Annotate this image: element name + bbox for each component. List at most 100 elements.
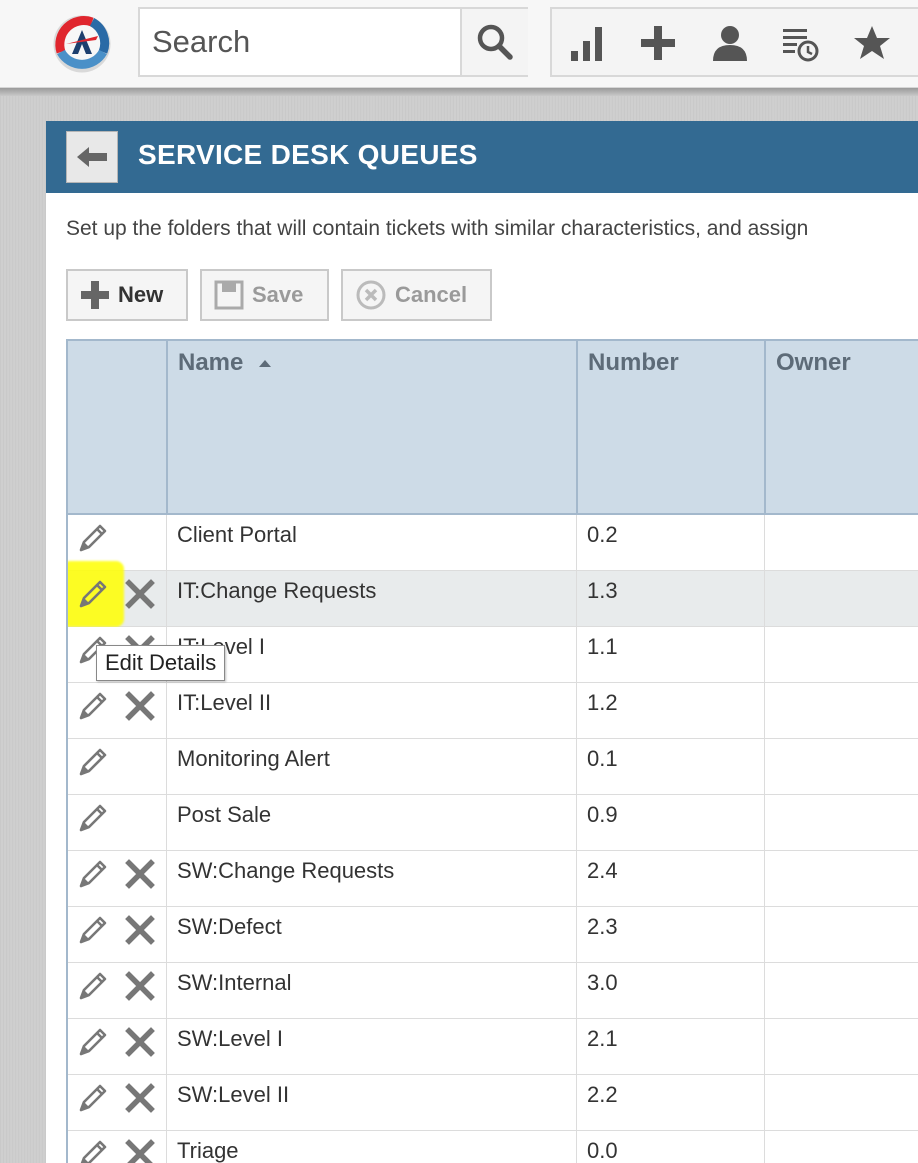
queue-owner-cell <box>764 515 918 570</box>
top-navigation-bar <box>0 0 918 88</box>
search-icon <box>477 24 513 60</box>
delete-x-icon[interactable] <box>123 913 157 947</box>
plus-icon[interactable] <box>636 21 680 65</box>
pencil-icon[interactable] <box>76 1025 110 1059</box>
delete-x-icon[interactable] <box>123 1137 157 1163</box>
delete-x-icon[interactable] <box>123 689 157 723</box>
search-input[interactable] <box>140 9 458 75</box>
star-icon[interactable] <box>850 21 894 65</box>
edit-details-tooltip: Edit Details <box>96 645 226 681</box>
table-row[interactable]: Post Sale 0.9 <box>68 795 918 851</box>
search-button[interactable] <box>460 9 528 75</box>
row-actions <box>68 1019 166 1074</box>
queues-table: Name Number Owner Client Portal 0.2 IT:Cha… <box>66 339 918 1163</box>
queue-number-cell: 2.1 <box>576 1019 764 1074</box>
queue-owner-cell <box>764 907 918 962</box>
queue-number-cell: 1.3 <box>576 571 764 626</box>
pencil-icon[interactable] <box>76 1081 110 1115</box>
pencil-icon[interactable] <box>76 577 110 611</box>
queue-name-cell: SW:Internal <box>166 963 576 1018</box>
table-row[interactable]: IT:Level II 1.2 <box>68 683 918 739</box>
queue-name-cell: SW:Level II <box>166 1075 576 1130</box>
number-column-header[interactable]: Number <box>576 341 764 515</box>
queue-name-cell: Triage <box>166 1131 576 1163</box>
page-description: Set up the folders that will contain tic… <box>66 217 809 240</box>
pencil-icon[interactable] <box>76 521 110 555</box>
table-row[interactable]: SW:Level I 2.1 <box>68 1019 918 1075</box>
panel-header: SERVICE DESK QUEUES <box>46 121 918 193</box>
queue-number-cell: 0.2 <box>576 515 764 570</box>
queue-owner-cell <box>764 1019 918 1074</box>
delete-x-icon[interactable] <box>123 969 157 1003</box>
delete-x-icon[interactable] <box>123 1081 157 1115</box>
row-actions <box>68 907 166 962</box>
queue-number-cell: 2.2 <box>576 1075 764 1130</box>
queue-owner-cell <box>764 851 918 906</box>
queue-name-cell: IT:Level II <box>166 683 576 738</box>
search-box <box>138 7 528 77</box>
pencil-icon[interactable] <box>76 689 110 723</box>
queue-owner-cell <box>764 795 918 850</box>
queue-number-cell: 0.1 <box>576 739 764 794</box>
queue-owner-cell <box>764 739 918 794</box>
queue-name-cell: SW:Change Requests <box>166 851 576 906</box>
delete-x-icon[interactable] <box>123 857 157 891</box>
pencil-icon[interactable] <box>76 1137 110 1163</box>
name-column-header[interactable]: Name <box>166 341 576 515</box>
row-actions <box>68 739 166 794</box>
toolbar <box>550 7 918 77</box>
queue-name-cell: Post Sale <box>166 795 576 850</box>
app-logo-icon[interactable] <box>52 14 112 74</box>
actions-column-header <box>68 341 166 515</box>
service-desk-queues-panel: SERVICE DESK QUEUES Set up the folders t… <box>46 121 918 1163</box>
table-row[interactable]: SW:Defect 2.3 <box>68 907 918 963</box>
new-button[interactable]: New <box>66 269 188 321</box>
row-actions <box>68 1075 166 1130</box>
queue-owner-cell <box>764 683 918 738</box>
cancel-button-label: Cancel <box>395 282 468 307</box>
cancel-button[interactable]: Cancel <box>341 269 492 321</box>
pencil-icon[interactable] <box>76 913 110 947</box>
save-button[interactable]: Save <box>200 269 329 321</box>
row-actions <box>68 851 166 906</box>
table-row[interactable]: Monitoring Alert 0.1 <box>68 739 918 795</box>
save-button-label: Save <box>252 282 304 307</box>
table-row[interactable]: Client Portal 0.2 <box>68 515 918 571</box>
queue-number-cell: 3.0 <box>576 963 764 1018</box>
pencil-icon[interactable] <box>76 857 110 891</box>
queue-name-cell: Monitoring Alert <box>166 739 576 794</box>
back-button[interactable] <box>66 131 118 183</box>
name-column-label: Name <box>178 349 244 376</box>
queue-number-cell: 1.2 <box>576 683 764 738</box>
queue-number-cell: 2.4 <box>576 851 764 906</box>
number-column-label: Number <box>588 349 679 376</box>
plus-icon <box>81 281 109 309</box>
row-actions <box>68 795 166 850</box>
list-clock-icon[interactable] <box>778 21 822 65</box>
pencil-icon[interactable] <box>76 969 110 1003</box>
table-row[interactable]: SW:Internal 3.0 <box>68 963 918 1019</box>
page-title: SERVICE DESK QUEUES <box>138 139 478 170</box>
delete-x-icon[interactable] <box>123 1025 157 1059</box>
table-row[interactable]: SW:Level II 2.2 <box>68 1075 918 1131</box>
row-actions <box>68 561 166 627</box>
row-actions <box>68 963 166 1018</box>
user-icon[interactable] <box>708 21 752 65</box>
floppy-disk-icon <box>214 280 244 310</box>
owner-column-header[interactable]: Owner <box>764 341 918 515</box>
pencil-icon[interactable] <box>76 801 110 835</box>
queue-owner-cell <box>764 1131 918 1163</box>
cancel-circle-icon <box>356 280 386 310</box>
table-row[interactable]: SW:Change Requests 2.4 <box>68 851 918 907</box>
queue-name-cell: Client Portal <box>166 515 576 570</box>
new-button-label: New <box>118 282 164 307</box>
bar-chart-icon[interactable] <box>566 21 610 65</box>
delete-x-icon[interactable] <box>123 577 157 611</box>
owner-column-label: Owner <box>776 349 851 376</box>
table-row[interactable]: Triage 0.0 <box>68 1131 918 1163</box>
pencil-icon[interactable] <box>76 745 110 779</box>
queue-owner-cell <box>764 627 918 682</box>
queue-owner-cell <box>764 963 918 1018</box>
queue-name-cell: SW:Defect <box>166 907 576 962</box>
table-row[interactable]: IT:Change Requests 1.3 <box>68 561 918 627</box>
